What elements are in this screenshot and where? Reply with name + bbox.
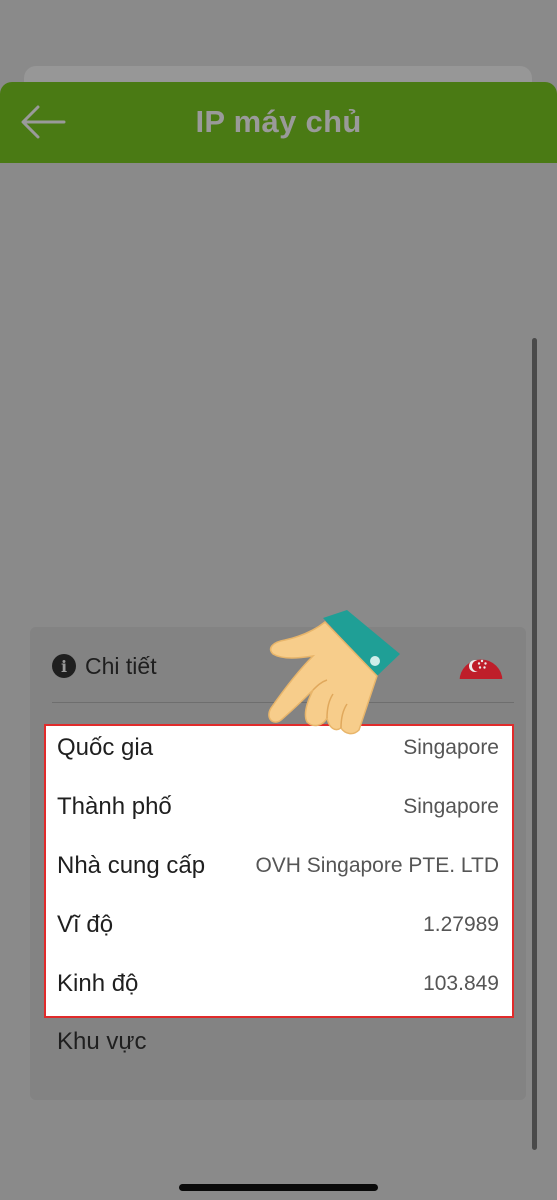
row-value: Singapore (403, 736, 499, 759)
row-value: 1.27989 (423, 913, 499, 936)
detail-row-provider: Nhà cung cấp OVH Singapore PTE. LTD (57, 849, 499, 883)
detail-row-latitude: Vĩ độ 1.27989 (57, 908, 499, 942)
page-title: IP máy chủ (195, 104, 362, 139)
row-value: OVH Singapore PTE. LTD (255, 854, 499, 877)
info-icon: i (52, 654, 76, 678)
detail-row-longitude: Kinh độ 103.849 (57, 967, 499, 1001)
details-highlight-box: Quốc gia Singapore Thành phố Singapore N… (44, 724, 514, 1018)
row-label: Kinh độ (57, 970, 139, 997)
row-label: Quốc gia (57, 734, 154, 761)
row-label: Nhà cung cấp (57, 852, 206, 879)
app-header: IP máy chủ (0, 82, 557, 163)
detail-row-city: Thành phố Singapore (57, 790, 499, 824)
details-title: Chi tiết (85, 652, 157, 679)
scrollbar[interactable] (532, 338, 537, 1150)
row-value: 103.849 (423, 972, 499, 995)
singapore-flag-icon (458, 659, 504, 681)
home-indicator[interactable] (179, 1184, 378, 1191)
row-label: Vĩ độ (57, 911, 114, 938)
region-label: Khu vực (57, 1028, 147, 1055)
row-label: Thành phố (57, 793, 172, 820)
row-value: Singapore (403, 795, 499, 818)
details-header: i Chi tiết (52, 651, 157, 681)
pointing-hand-icon (268, 610, 400, 735)
